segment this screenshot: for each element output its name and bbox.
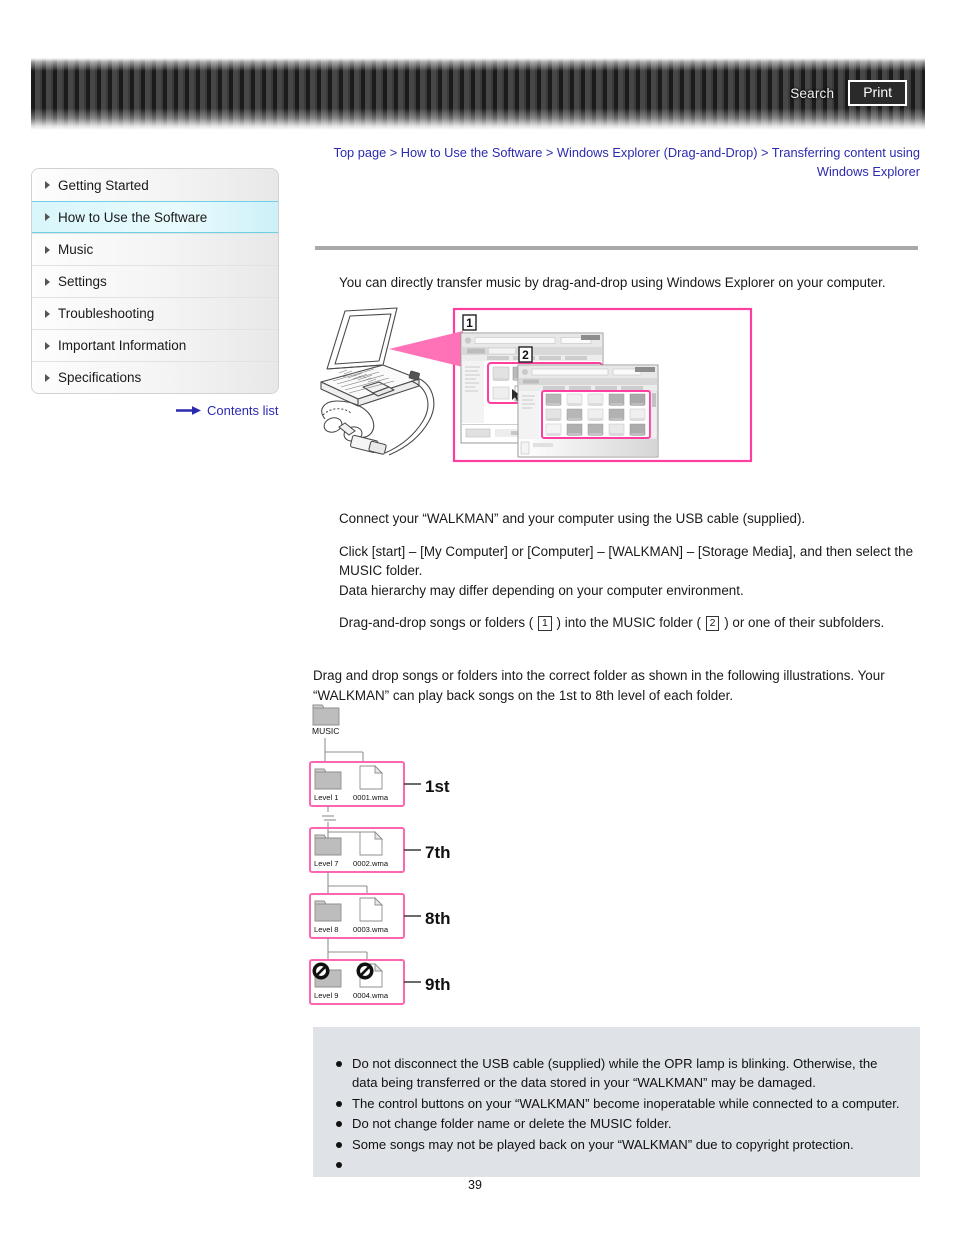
sidebar-item-label: Specifications [58, 370, 142, 385]
triangle-right-icon [45, 373, 50, 382]
intro-paragraph: You can directly transfer music by drag-… [339, 275, 886, 290]
triangle-right-icon [45, 181, 50, 189]
note-item: Do not change folder name or delete the … [335, 1114, 902, 1133]
step-drag: Drag-and-drop songs or folders ( 1 ) int… [339, 613, 924, 633]
sidebar-item-specifications[interactable]: Specifications [32, 361, 278, 393]
contents-list-link[interactable]: Contents list [176, 403, 279, 418]
notes-list: Do not disconnect the USB cable (supplie… [313, 1027, 920, 1169]
svg-text:0004.wma: 0004.wma [353, 991, 389, 1000]
triangle-right-icon [45, 213, 50, 221]
badge-1-inline: 1 [537, 616, 552, 631]
svg-text:0002.wma: 0002.wma [353, 859, 389, 868]
triangle-right-icon [45, 245, 50, 254]
folder-music: MUSIC [312, 704, 340, 736]
no-entry-icon [312, 962, 330, 980]
sidebar-item-label: Important Information [58, 338, 187, 353]
contents-list-label: Contents list [207, 403, 279, 418]
no-entry-icon [356, 962, 374, 980]
sidebar-item-getting-started[interactable]: Getting Started [32, 169, 278, 201]
svg-text:2: 2 [522, 348, 529, 362]
step-click-line-1: Click [start] – [My Computer] or [Comput… [339, 543, 914, 579]
steps-list: Connect your “WALKMAN” and your computer… [339, 509, 924, 633]
sidebar-item-how-to-use-the-software[interactable]: How to Use the Software [32, 201, 278, 233]
level-row-8: Level 8 0003.wma 8th [309, 893, 451, 939]
badge-1: 1 [462, 314, 477, 331]
badge-2-inline: 2 [705, 616, 720, 631]
svg-text:Level 8: Level 8 [314, 925, 339, 934]
svg-text:7th: 7th [425, 843, 451, 862]
sidebar-item-label: Troubleshooting [58, 306, 155, 321]
header-banner: Search Print [31, 58, 925, 130]
level-row-9: Level 9 0004.wma 9th [309, 959, 451, 1005]
print-button[interactable]: Print [848, 80, 907, 107]
search-button[interactable]: Search [790, 86, 834, 101]
step-connect: Connect your “WALKMAN” and your computer… [339, 511, 806, 526]
note-item: The control buttons on your “WALKMAN” be… [335, 1094, 902, 1113]
header-controls: Search Print [790, 80, 907, 107]
sidebar-item-label: Settings [58, 274, 107, 289]
svg-text:1st: 1st [425, 777, 450, 796]
svg-text:8th: 8th [425, 909, 451, 928]
drag-and-drop-transfer-illustration: 1 2 [311, 303, 756, 473]
svg-text:0003.wma: 0003.wma [353, 925, 389, 934]
svg-text:MUSIC: MUSIC [312, 726, 339, 736]
level-row-7: Level 7 0002.wma 7th [309, 827, 451, 873]
page-number: 39 [0, 1178, 954, 1192]
svg-text:1: 1 [466, 316, 473, 330]
sidebar-item-troubleshooting[interactable]: Troubleshooting [32, 297, 278, 329]
manual-page: Search Print Top page > How to Use the S… [0, 0, 954, 1235]
badge-2: 2 [518, 346, 533, 363]
triangle-right-icon [45, 309, 50, 318]
sidebar-nav: Getting Started How to Use the Software … [31, 168, 279, 394]
folder-hierarchy-illustration: MUSIC Level 1 0001.wma 1st Level 7 0002.… [305, 700, 635, 1020]
svg-text:Level 9: Level 9 [314, 991, 339, 1000]
step-drag-middle: ) into the MUSIC folder ( [552, 615, 705, 630]
svg-text:Level 7: Level 7 [314, 859, 339, 868]
sidebar-item-music[interactable]: Music [32, 233, 278, 265]
page-number-value: 39 [468, 1178, 482, 1192]
sidebar-item-label: How to Use the Software [58, 209, 208, 225]
step-drag-suffix: ) or one of their subfolders. [720, 615, 885, 630]
notes-box: Do not disconnect the USB cable (supplie… [313, 1027, 920, 1177]
breadcrumb[interactable]: Top page > How to Use the Software > Win… [313, 143, 920, 181]
right-arrow-icon [176, 406, 201, 415]
svg-text:Level 1: Level 1 [314, 793, 339, 802]
sidebar-item-settings[interactable]: Settings [32, 265, 278, 297]
note-item: Do not disconnect the USB cable (supplie… [335, 1054, 902, 1093]
note-item: Some songs may not be played back on you… [335, 1135, 902, 1154]
sidebar-item-label: Getting Started [58, 177, 149, 193]
triangle-right-icon [45, 341, 50, 350]
step-click: Click [start] – [My Computer] or [Comput… [339, 542, 924, 601]
triangle-right-icon [45, 277, 50, 286]
step-click-line-2: Data hierarchy may differ depending on y… [339, 582, 744, 598]
level-row-1: Level 1 0001.wma 1st [309, 761, 450, 807]
sidebar-item-label: Music [58, 242, 94, 257]
section-divider [315, 246, 918, 250]
sidebar-item-important-information[interactable]: Important Information [32, 329, 278, 361]
step-drag-prefix: Drag-and-drop songs or folders ( [339, 615, 537, 630]
svg-text:9th: 9th [425, 975, 451, 994]
svg-text:0001.wma: 0001.wma [353, 793, 389, 802]
